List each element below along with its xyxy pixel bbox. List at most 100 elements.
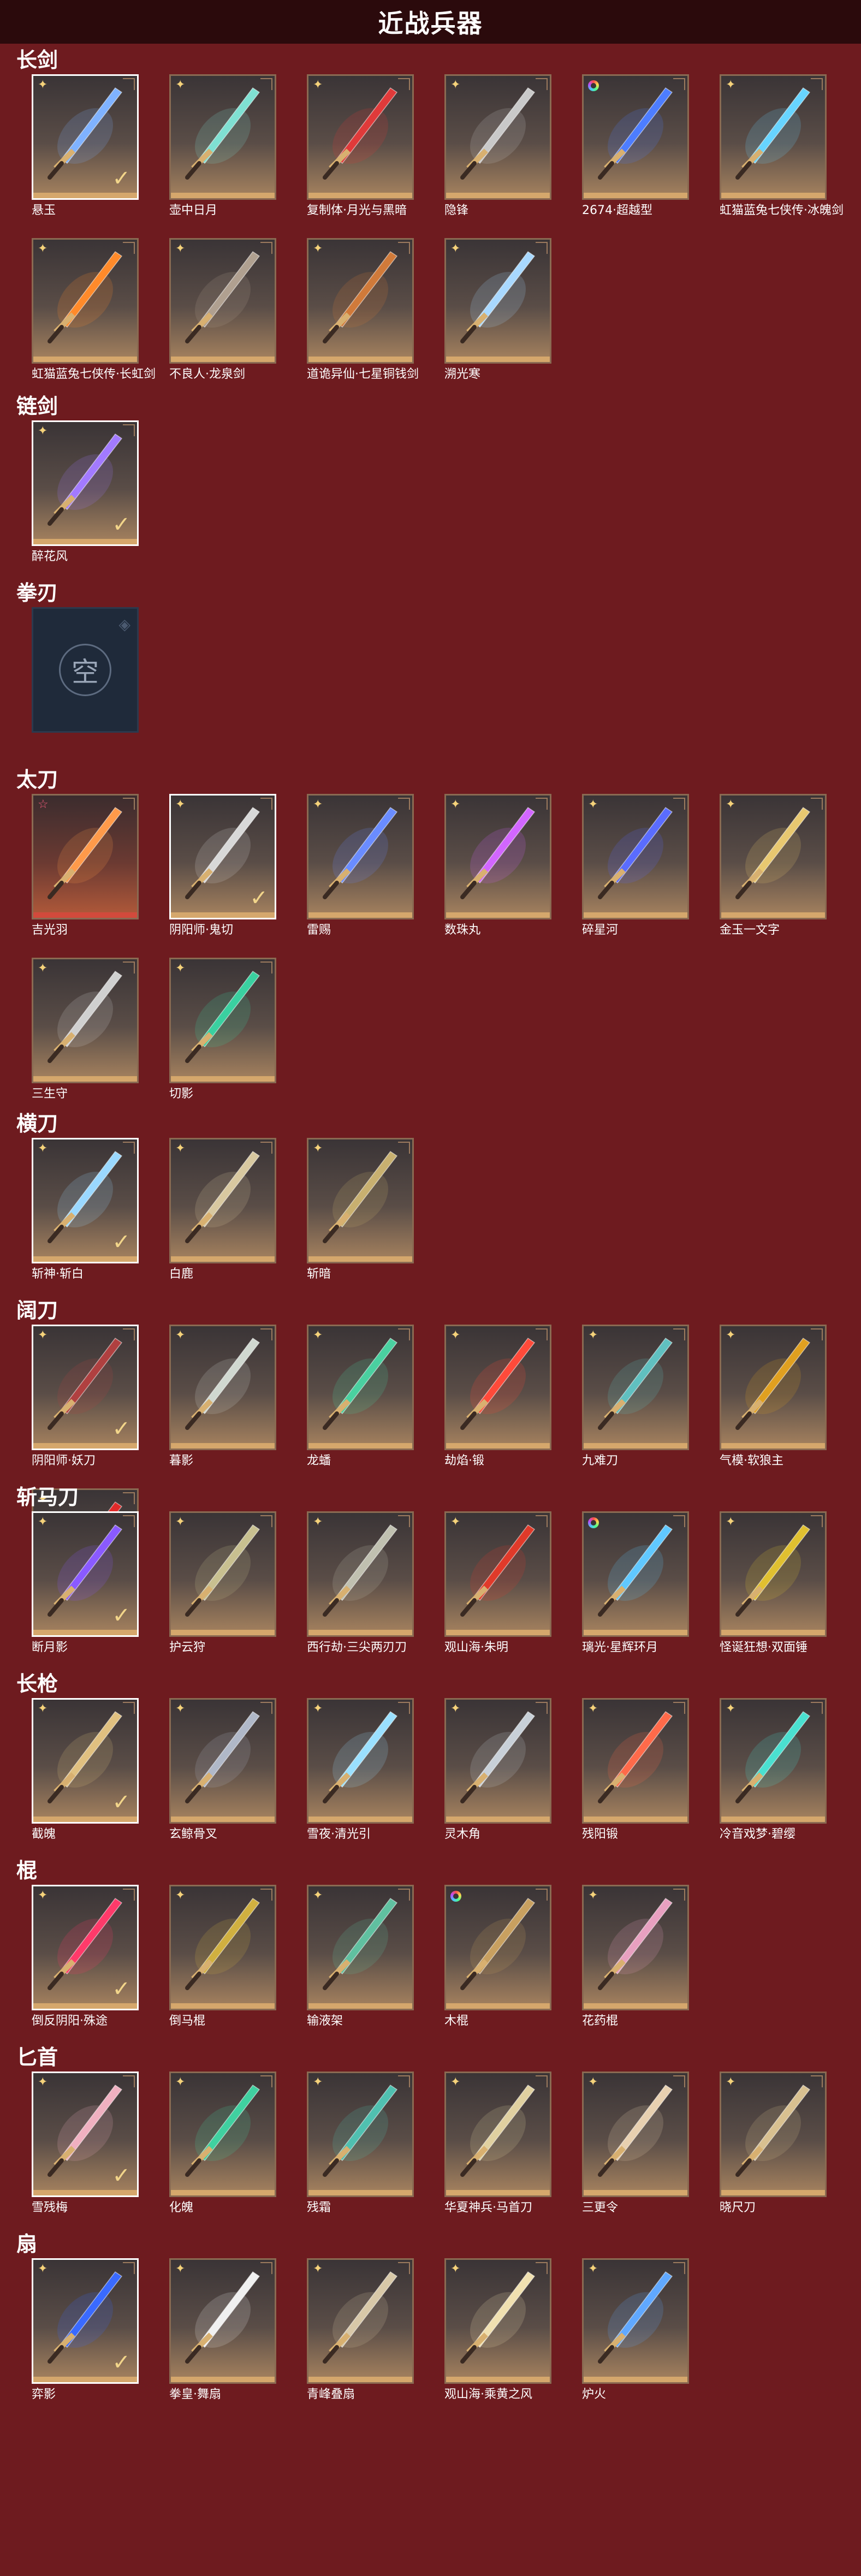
weapon-item[interactable]: ✦ 怪诞狂想·双面锤 [720,1511,827,1655]
weapon-card[interactable]: ✦ [307,1138,414,1263]
weapon-card[interactable]: ✦ [32,958,139,1083]
weapon-card[interactable]: ✦ [169,2258,276,2384]
weapon-item[interactable]: ✦ 金玉一文字 [720,794,827,938]
weapon-item[interactable]: ✦ 溯光寒 [444,238,551,382]
weapon-item[interactable]: ✦ 三生守 [32,958,139,1102]
weapon-item[interactable]: ✦ 青峰叠扇 [307,2258,414,2402]
weapon-item[interactable]: ✦ ✓ 断月影 [32,1511,139,1655]
weapon-item[interactable]: ✦ 碎星河 [582,794,689,938]
weapon-item[interactable]: ✦ 观山海·乘黄之风 [444,2258,551,2402]
weapon-card[interactable]: ✦ [444,1698,551,1824]
weapon-card[interactable]: ✦ [307,238,414,364]
weapon-item[interactable]: ✦ 护云狩 [169,1511,276,1655]
weapon-card[interactable]: ✦ ✓ [32,1698,139,1824]
weapon-card[interactable]: ✦ [32,238,139,364]
weapon-item[interactable]: ✦ 九难刀 [582,1325,689,1469]
weapon-card[interactable]: ✦ ✓ [32,1885,139,2010]
weapon-card[interactable]: ✦ [169,1511,276,1637]
weapon-item[interactable]: ☆ 吉光羽 [32,794,139,938]
weapon-item[interactable]: ✦ 暮影 [169,1325,276,1469]
weapon-card[interactable]: ✦ [444,2258,551,2384]
weapon-card[interactable] [582,1511,689,1637]
weapon-card[interactable]: ✦ ✓ [32,1325,139,1450]
weapon-item[interactable]: ✦ 倒马棍 [169,1885,276,2029]
weapon-item[interactable]: ✦ ✓ 雪残梅 [32,2072,139,2216]
weapon-item[interactable]: ✦ ✓ 弈影 [32,2258,139,2402]
weapon-card[interactable]: ✦ ✓ [32,1138,139,1263]
weapon-item[interactable]: ✦ 复制体·月光与黑暗 [307,74,414,218]
weapon-item[interactable]: ✦ 数珠丸 [444,794,551,938]
weapon-item[interactable]: ✦ 西行劫·三尖两刃刀 [307,1511,414,1655]
weapon-item[interactable]: ✦ 白鹿 [169,1138,276,1282]
weapon-card[interactable]: ✦ [307,74,414,200]
weapon-card[interactable]: ✦ [307,2072,414,2197]
weapon-card[interactable]: ✦ [169,74,276,200]
weapon-item[interactable]: 2674·超越型 [582,74,689,218]
weapon-card[interactable] [582,74,689,200]
weapon-item[interactable]: ✦ 三更令 [582,2072,689,2216]
weapon-item[interactable]: ✦ ✓ 斩神·斩白 [32,1138,139,1282]
weapon-item[interactable]: ✦ 切影 [169,958,276,1102]
weapon-card[interactable]: ✦ [720,2072,827,2197]
weapon-card[interactable]: ✦ [169,1138,276,1263]
weapon-item[interactable]: ✦ 残阳锻 [582,1698,689,1842]
weapon-card[interactable]: ✦ ✓ [32,2072,139,2197]
weapon-card[interactable]: ✦ [169,238,276,364]
weapon-card[interactable]: ✦ [307,1511,414,1637]
weapon-card[interactable]: ✦ [444,1511,551,1637]
weapon-card[interactable]: ✦ [444,238,551,364]
weapon-card[interactable]: ✦ [720,1511,827,1637]
weapon-item[interactable]: ✦ 输液架 [307,1885,414,2029]
weapon-card[interactable]: ✦ [582,2258,689,2384]
weapon-item[interactable]: ✦ ✓ 截魄 [32,1698,139,1842]
weapon-item[interactable]: ✦ ✓ 倒反阴阳·殊途 [32,1885,139,2029]
weapon-card[interactable]: ✦ [169,1325,276,1450]
weapon-item[interactable]: ✦ 气模·软狼主 [720,1325,827,1469]
weapon-card[interactable]: ✦ [307,1325,414,1450]
weapon-card[interactable]: ✦ [720,1325,827,1450]
weapon-item[interactable]: ✦ 雷赐 [307,794,414,938]
weapon-item[interactable]: ✦ 华夏神兵·马首刀 [444,2072,551,2216]
weapon-card[interactable]: ✦ [444,1325,551,1450]
weapon-card[interactable]: ✦ [582,1698,689,1824]
weapon-item[interactable]: 木棍 [444,1885,551,2029]
weapon-card[interactable]: ✦ [307,1885,414,2010]
weapon-card[interactable]: ✦ ✓ [169,794,276,919]
weapon-item[interactable]: ✦ 道诡异仙·七星铜钱剑 [307,238,419,382]
weapon-item[interactable]: ✦ 炉火 [582,2258,689,2402]
weapon-card[interactable]: ✦ [307,1698,414,1824]
weapon-item[interactable]: ✦ 斩暗 [307,1138,414,1282]
weapon-item[interactable]: ✦ ✓ 阴阳师·鬼切 [169,794,276,938]
weapon-card[interactable]: ✦ [444,794,551,919]
weapon-item[interactable]: ✦ 化魄 [169,2072,276,2216]
weapon-item[interactable]: ✦ ✓ 阴阳师·妖刀 [32,1325,139,1469]
weapon-card[interactable]: ✦ [169,1698,276,1824]
weapon-item[interactable]: ✦ 雪夜·清光引 [307,1698,414,1842]
weapon-card[interactable]: ✦ [720,1698,827,1824]
weapon-item[interactable]: ✦ 晓尺刀 [720,2072,827,2216]
weapon-item[interactable]: ✦ 花药棍 [582,1885,689,2029]
weapon-card[interactable]: ✦ [307,794,414,919]
weapon-card[interactable]: ✦ [169,958,276,1083]
weapon-card[interactable]: ✦ [444,74,551,200]
weapon-item[interactable]: ✦ 隐锋 [444,74,551,218]
weapon-item[interactable]: ✦ 残霜 [307,2072,414,2216]
weapon-item[interactable]: ✦ 虹猫蓝兔七侠传·长虹剑 [32,238,156,382]
weapon-item[interactable]: ✦ 观山海·朱明 [444,1511,551,1655]
weapon-card[interactable]: ✦ [582,1885,689,2010]
weapon-card[interactable]: ✦ ✓ [32,1511,139,1637]
weapon-card[interactable]: ✦ [169,1885,276,2010]
weapon-item[interactable]: ✦ ✓ 悬玉 [32,74,139,218]
weapon-item[interactable]: ✦ 不良人·龙泉剑 [169,238,276,382]
weapon-card[interactable] [444,1885,551,2010]
weapon-card[interactable]: ✦ [720,794,827,919]
weapon-item[interactable]: ✦ 壶中日月 [169,74,276,218]
weapon-item[interactable]: ✦ 虹猫蓝兔七侠传·冰魄剑 [720,74,844,218]
weapon-item[interactable]: ✦ 灵木角 [444,1698,551,1842]
weapon-card[interactable]: ✦ [720,74,827,200]
weapon-card[interactable]: ✦ ✓ [32,74,139,200]
weapon-card[interactable]: ✦ ✓ [32,420,139,546]
weapon-card[interactable]: ✦ [444,2072,551,2197]
weapon-card[interactable]: ✦ [169,2072,276,2197]
weapon-card[interactable]: ✦ [582,794,689,919]
